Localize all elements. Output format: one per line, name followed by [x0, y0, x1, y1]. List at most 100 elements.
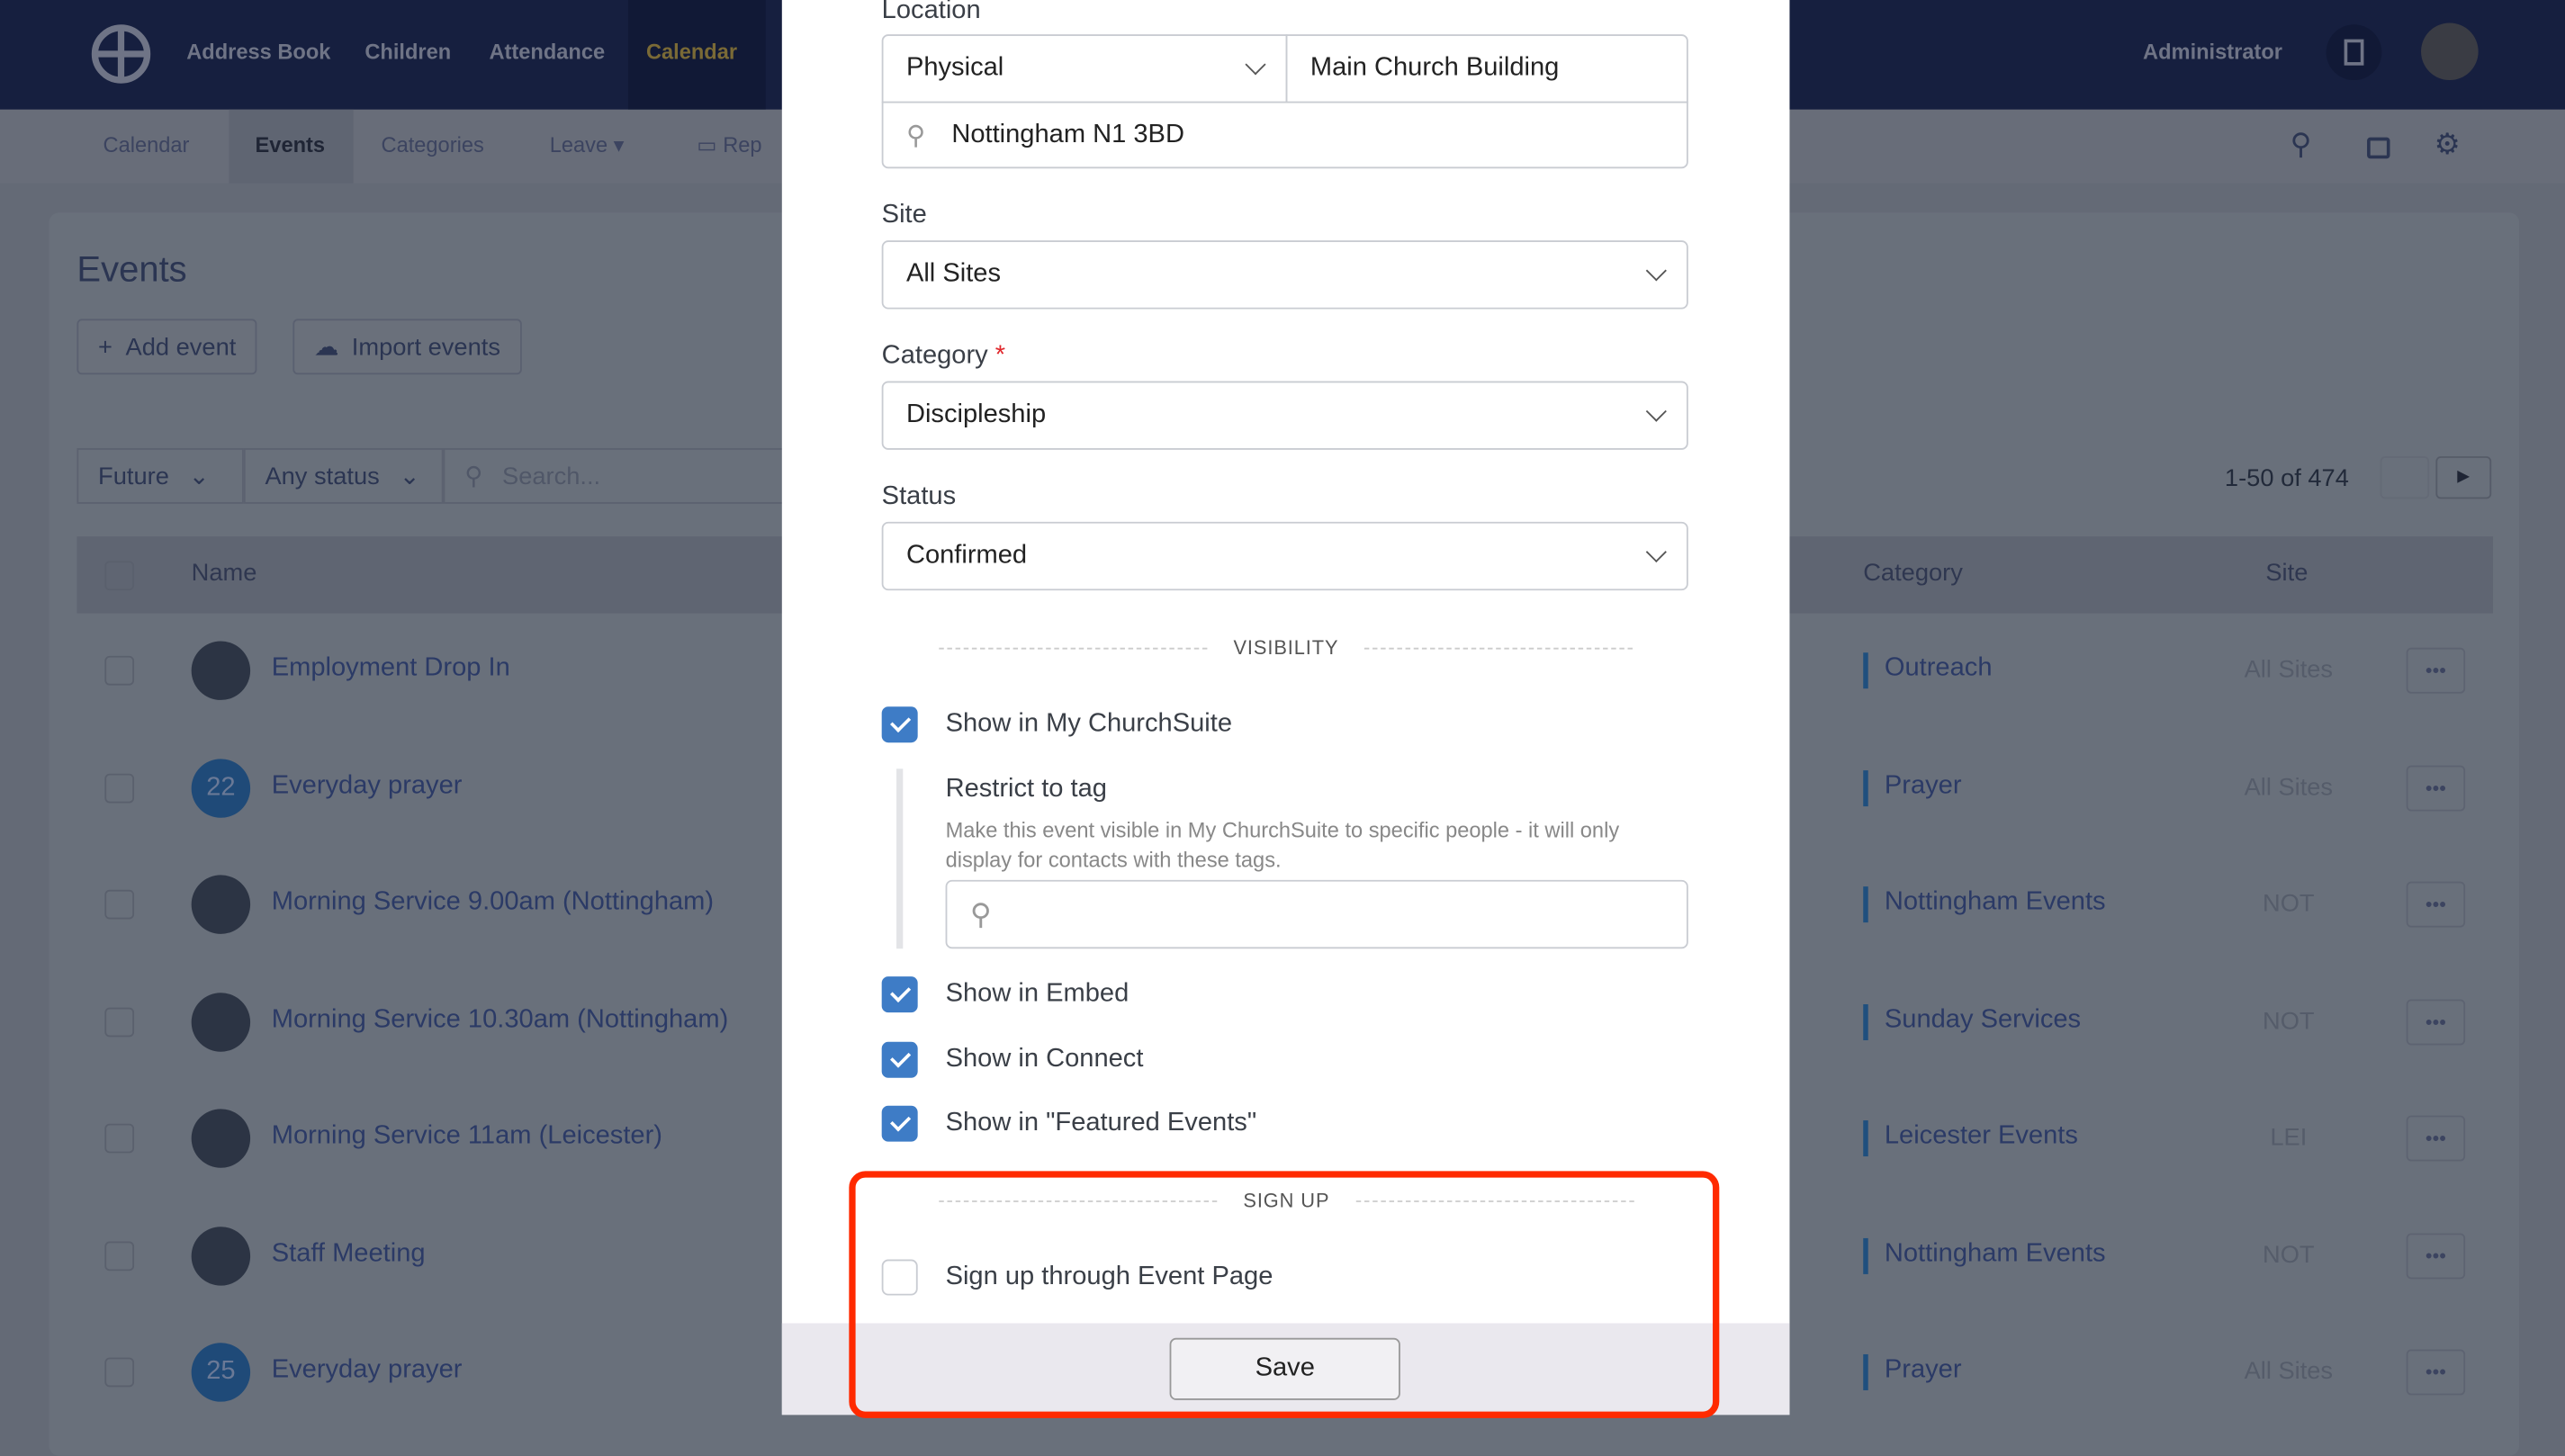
status-filter-select[interactable]: Any status⌄ [244, 448, 444, 504]
indent-bar [896, 768, 903, 948]
add-event-label: Add event [126, 333, 237, 361]
event-name-link[interactable]: Everyday prayer [272, 1356, 463, 1386]
row-checkbox[interactable] [104, 890, 134, 920]
column-category[interactable]: Category [1863, 560, 1963, 588]
building-icon[interactable] [2326, 24, 2382, 80]
show-connect-label[interactable]: Show in Connect [946, 1045, 1144, 1074]
event-avatar: 25 [192, 1343, 250, 1401]
church-logo-icon[interactable] [92, 24, 150, 83]
event-name-link[interactable]: Staff Meeting [272, 1240, 426, 1270]
import-events-button[interactable]: ☁Import events [292, 319, 521, 374]
show-embed-label[interactable]: Show in Embed [946, 980, 1130, 1010]
show-embed-checkbox[interactable] [882, 976, 918, 1012]
event-name-link[interactable]: Morning Service 10.30am (Nottingham) [272, 1006, 729, 1036]
more-actions-button[interactable]: ••• [2407, 648, 2465, 694]
tab-leave[interactable]: Leave ▾ [550, 132, 625, 158]
tab-calendar[interactable]: Calendar [104, 132, 190, 157]
chevron-down-icon [1245, 54, 1265, 75]
chevron-down-icon [1646, 542, 1667, 562]
event-site: All Sites [2207, 774, 2371, 802]
time-filter-value: Future [98, 462, 169, 490]
event-name-link[interactable]: Everyday prayer [272, 772, 463, 802]
site-select[interactable]: All Sites [882, 240, 1688, 309]
row-checkbox[interactable] [104, 656, 134, 686]
nav-address-book[interactable]: Address Book [186, 40, 330, 64]
event-site: All Sites [2207, 656, 2371, 684]
search-input[interactable]: ⚲Search... [444, 448, 788, 504]
more-actions-button[interactable]: ••• [2407, 1233, 2465, 1279]
show-featured-label[interactable]: Show in "Featured Events" [946, 1109, 1257, 1138]
time-filter-select[interactable]: Future⌄ [76, 448, 243, 504]
event-category: Prayer [1885, 1356, 1962, 1386]
event-site: NOT [2207, 890, 2371, 918]
tab-events[interactable]: Events [256, 132, 326, 157]
nav-attendance[interactable]: Attendance [489, 40, 605, 64]
site-label: Site [882, 202, 927, 231]
search-icon[interactable]: ⚲ [2290, 128, 2312, 162]
lock-icon[interactable] [2367, 138, 2390, 159]
row-checkbox[interactable] [104, 1358, 134, 1388]
row-checkbox[interactable] [104, 1124, 134, 1154]
status-filter-value: Any status [265, 462, 379, 490]
event-avatar [192, 875, 250, 933]
location-name-input[interactable]: Main Church Building [1286, 34, 1688, 103]
category-color-bar [1863, 1004, 1868, 1040]
map-pin-icon: ⚲ [906, 119, 925, 151]
category-label-text: Category [882, 342, 988, 370]
event-avatar [192, 1227, 250, 1285]
more-actions-button[interactable]: ••• [2407, 1116, 2465, 1162]
tab-leave-label: Leave [550, 132, 608, 157]
column-site[interactable]: Site [2265, 560, 2308, 588]
more-actions-button[interactable]: ••• [2407, 1350, 2465, 1396]
event-category: Nottingham Events [1885, 888, 2106, 918]
location-type-value: Physical [906, 54, 1004, 84]
event-site: NOT [2207, 1242, 2371, 1270]
row-checkbox[interactable] [104, 1008, 134, 1038]
row-checkbox[interactable] [104, 774, 134, 804]
tab-categories[interactable]: Categories [382, 132, 484, 157]
event-avatar [192, 993, 250, 1051]
show-mychurchsuite-checkbox[interactable] [882, 706, 918, 742]
more-actions-button[interactable]: ••• [2407, 766, 2465, 812]
user-role[interactable]: Administrator [2143, 40, 2282, 64]
event-avatar [192, 1109, 250, 1167]
event-name-link[interactable]: Employment Drop In [272, 654, 510, 684]
event-site: All Sites [2207, 1358, 2371, 1386]
status-select[interactable]: Confirmed [882, 522, 1688, 590]
required-asterisk: * [995, 342, 1005, 370]
event-name-link[interactable]: Morning Service 9.00am (Nottingham) [272, 888, 714, 918]
event-category: Nottingham Events [1885, 1240, 2106, 1270]
column-name[interactable]: Name [192, 560, 257, 588]
select-all-checkbox[interactable] [104, 561, 134, 590]
show-connect-checkbox[interactable] [882, 1042, 918, 1078]
address-input[interactable]: ⚲Nottingham N1 3BD [882, 102, 1688, 169]
highlight-annotation [849, 1171, 1719, 1417]
event-name-link[interactable]: Morning Service 11am (Leicester) [272, 1122, 662, 1152]
settings-icon[interactable]: ⚙ [2434, 128, 2461, 162]
chevron-down-icon [1646, 260, 1667, 281]
more-actions-button[interactable]: ••• [2407, 1000, 2465, 1046]
nav-calendar[interactable]: Calendar [646, 40, 737, 64]
tab-reports[interactable]: ▭ Rep [697, 132, 761, 158]
category-color-bar [1863, 886, 1868, 922]
event-site: NOT [2207, 1008, 2371, 1036]
row-checkbox[interactable] [104, 1242, 134, 1272]
show-mychurchsuite-label[interactable]: Show in My ChurchSuite [946, 710, 1232, 740]
next-page-button[interactable]: ▶ [2435, 456, 2491, 499]
plus-icon: + [98, 333, 112, 361]
category-select[interactable]: Discipleship [882, 382, 1688, 450]
location-type-select[interactable]: Physical [882, 34, 1288, 103]
event-avatar: 22 [192, 759, 250, 817]
pagination-count: 1-50 of 474 [2225, 464, 2349, 492]
prev-page-button[interactable] [2380, 456, 2430, 499]
category-color-bar [1863, 652, 1868, 688]
user-avatar[interactable] [2421, 22, 2479, 80]
category-color-bar [1863, 1120, 1868, 1156]
nav-children[interactable]: Children [364, 40, 451, 64]
add-event-button[interactable]: + Add event [76, 319, 257, 374]
event-category: Prayer [1885, 772, 1962, 802]
show-featured-checkbox[interactable] [882, 1106, 918, 1142]
tag-search-input[interactable]: ⚲ [946, 880, 1688, 948]
more-actions-button[interactable]: ••• [2407, 882, 2465, 928]
location-name-value: Main Church Building [1310, 54, 1559, 84]
